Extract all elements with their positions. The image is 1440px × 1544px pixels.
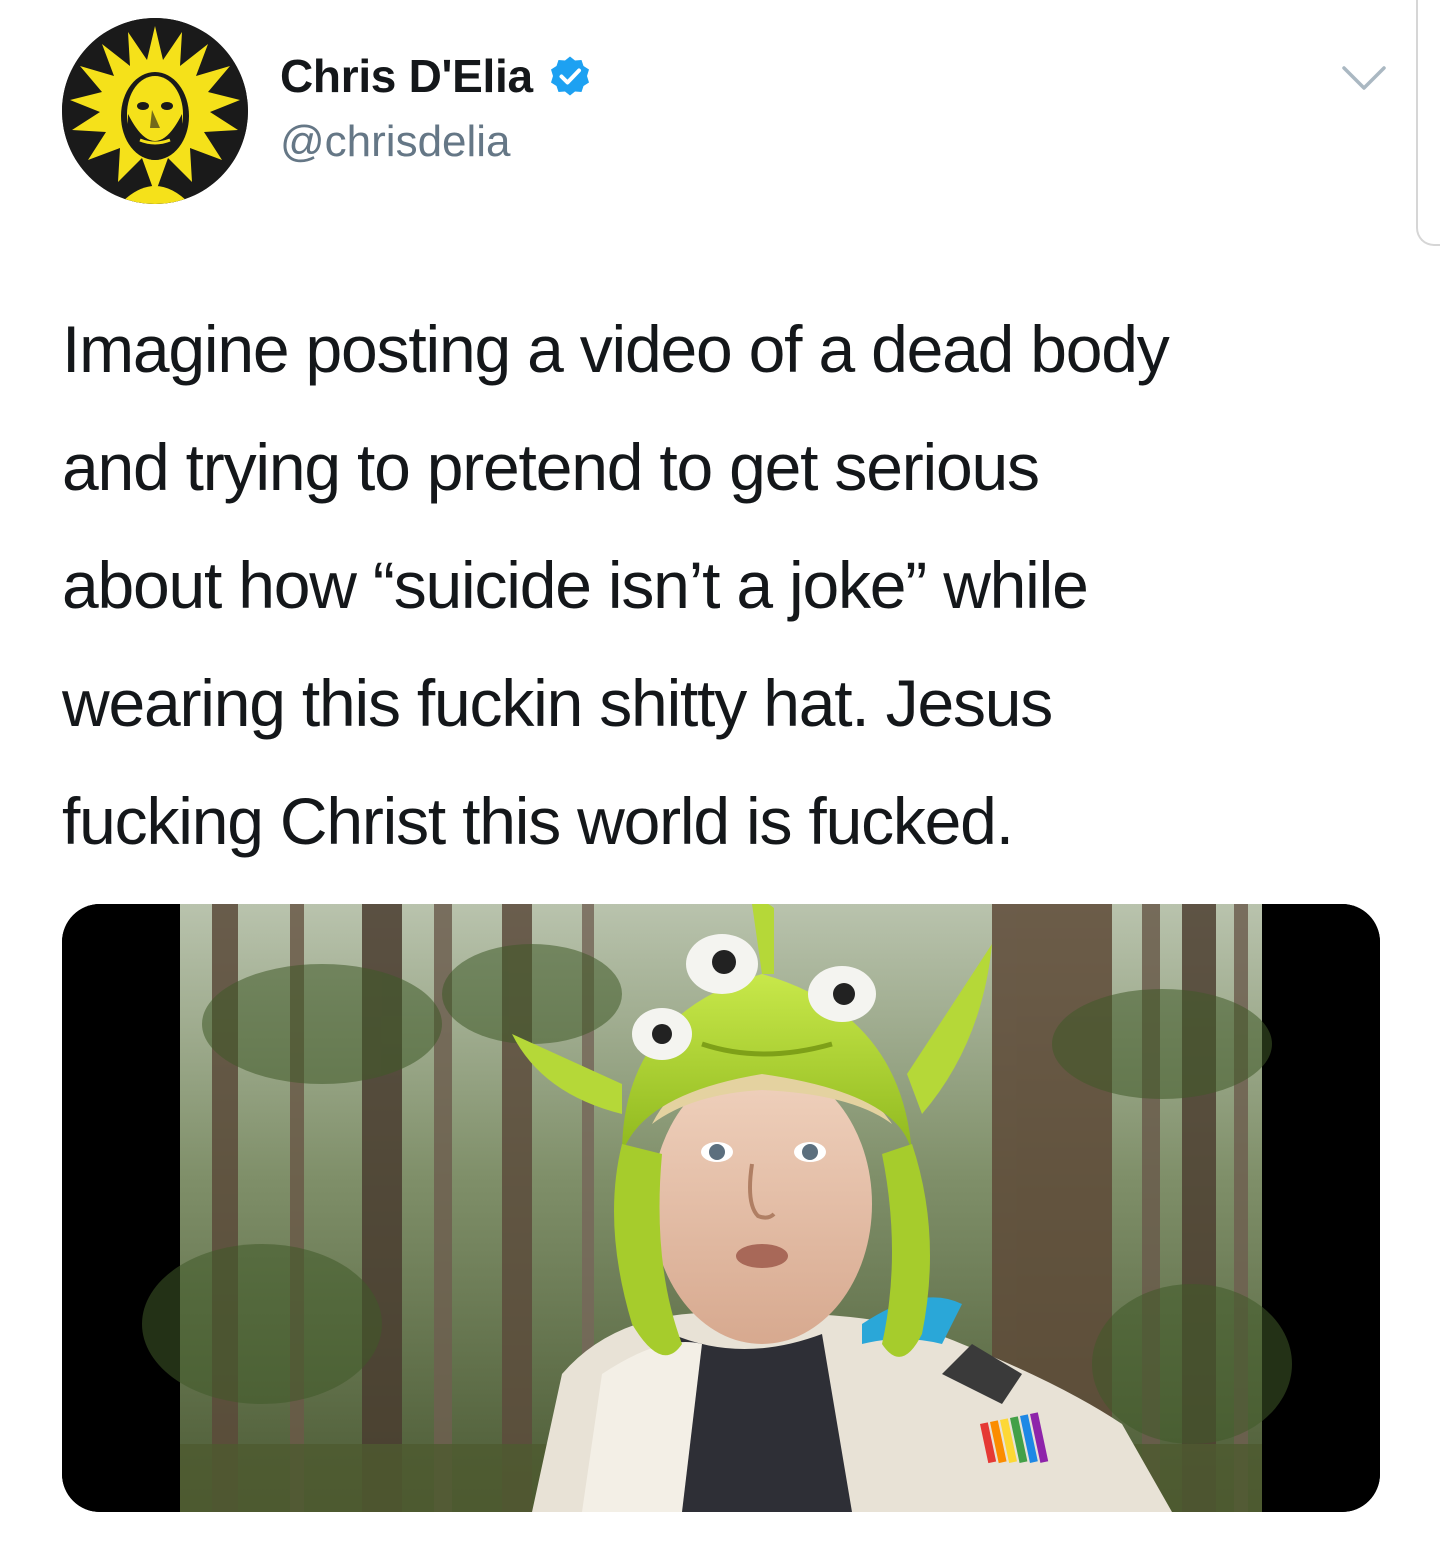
author-handle[interactable]: @chrisdelia — [280, 114, 511, 170]
avatar[interactable] — [62, 18, 248, 204]
author-display-name[interactable]: Chris D'Elia — [280, 48, 533, 104]
verified-badge-icon — [550, 56, 589, 96]
video-frame-image — [62, 904, 1380, 1512]
chevron-down-icon[interactable] — [1340, 62, 1388, 96]
scrollbar-edge — [1416, 0, 1440, 246]
video-thumbnail[interactable] — [62, 904, 1380, 1512]
profile-photo-avatar — [62, 18, 248, 204]
tweet-text: Imagine posting a video of a dead body a… — [62, 312, 1170, 858]
tweet-card: Chris D'Elia @chrisdelia Imagine posting… — [0, 0, 1440, 1544]
author-name-row[interactable]: Chris D'Elia — [280, 48, 593, 104]
